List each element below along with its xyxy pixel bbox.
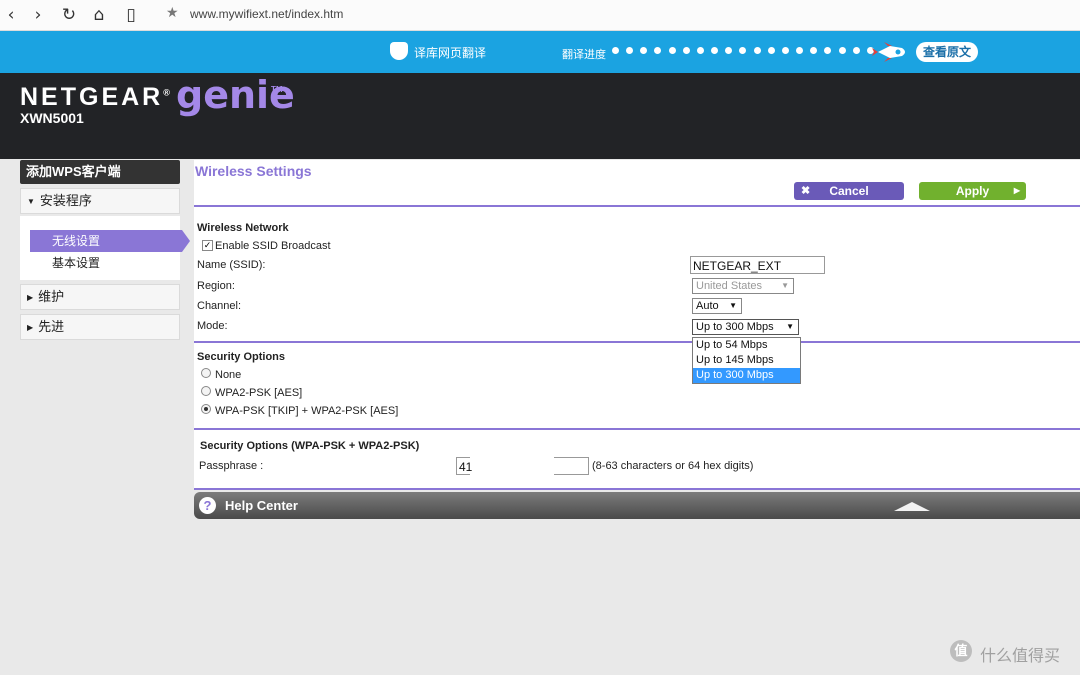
- help-icon: ?: [199, 497, 216, 514]
- reader-icon[interactable]: ▯: [120, 4, 142, 26]
- translator-logo-icon: [390, 42, 408, 60]
- help-center-bar[interactable]: ? Help Center: [194, 492, 1080, 519]
- help-center-label: Help Center: [225, 498, 298, 513]
- device-model: XWN5001: [20, 110, 84, 126]
- translation-title: 译库网页翻译: [414, 46, 487, 60]
- triangle-right-icon: ▶: [27, 293, 34, 302]
- security-none-label: None: [215, 369, 242, 381]
- expand-arrow-icon[interactable]: [894, 502, 930, 511]
- main-panel: Wireless Settings ✖ Cancel Apply ▶ Wireles…: [194, 160, 1080, 490]
- forward-icon[interactable]: ›: [27, 4, 49, 26]
- sidebar: 添加WPS客户端 ▼ 安装程序 无线设置 基本设置 ▶ 维护 ▶ 先进: [20, 160, 190, 340]
- watermark-text: 什么值得买: [980, 648, 1061, 665]
- mode-label: Mode:: [197, 320, 228, 332]
- router-header: NETGEAR® genie TM XWN5001: [0, 73, 1080, 159]
- mode-option-selected[interactable]: Up to 300 Mbps: [693, 368, 800, 383]
- mode-dropdown-list: Up to 54 Mbps Up to 145 Mbps Up to 300 M…: [692, 337, 801, 384]
- home-icon[interactable]: ⌂: [88, 4, 110, 26]
- genie-logo: genie: [176, 73, 295, 117]
- dropdown-arrow-icon: ▼: [729, 301, 737, 310]
- watermark-logo-icon: 值: [950, 640, 972, 662]
- close-icon: ✖: [801, 185, 811, 197]
- brand-logo: NETGEAR®: [20, 83, 173, 111]
- url-field[interactable]: www.mywifiext.net/index.htm: [190, 7, 343, 21]
- sidebar-item-wireless-settings[interactable]: 无线设置: [30, 230, 190, 252]
- ssid-broadcast-label: Enable SSID Broadcast: [215, 240, 331, 252]
- page-title: Wireless Settings: [195, 163, 312, 179]
- triangle-right-icon: ▶: [27, 323, 34, 332]
- mode-option[interactable]: Up to 54 Mbps: [693, 338, 800, 353]
- channel-label: Channel:: [197, 300, 242, 312]
- sidebar-item-basic-settings[interactable]: 基本设置: [30, 252, 180, 274]
- view-original-button[interactable]: 查看原文: [916, 42, 978, 62]
- passphrase-hint: (8-63 characters or 64 hex digits): [592, 460, 754, 472]
- triangle-down-icon: ▼: [27, 197, 35, 206]
- sidebar-item-maintenance[interactable]: ▶ 维护: [20, 284, 180, 310]
- ssid-name-label: Name (SSID):: [197, 259, 266, 271]
- cancel-button[interactable]: ✖ Cancel: [794, 182, 904, 200]
- mode-select[interactable]: Up to 300 Mbps ▼: [692, 319, 799, 335]
- star-icon[interactable]: ★: [166, 5, 179, 21]
- dropdown-arrow-icon: ▼: [781, 281, 789, 290]
- passphrase-input-end[interactable]: [554, 457, 589, 475]
- add-wps-client-button[interactable]: 添加WPS客户端: [20, 160, 180, 184]
- back-icon[interactable]: ‹: [0, 4, 22, 26]
- security-none-radio[interactable]: [201, 368, 211, 378]
- ssid-name-input[interactable]: NETGEAR_EXT: [690, 256, 825, 274]
- divider: [194, 428, 1080, 430]
- channel-select[interactable]: Auto ▼: [692, 298, 742, 314]
- trademark-mark: TM: [271, 85, 283, 94]
- dropdown-arrow-icon: ▼: [786, 322, 794, 331]
- translation-progress-label: 翻译进度: [562, 49, 606, 61]
- security-options-heading: Security Options: [197, 351, 286, 363]
- mode-option[interactable]: Up to 145 Mbps: [693, 353, 800, 368]
- apply-button[interactable]: Apply ▶: [919, 182, 1026, 200]
- sidebar-item-advanced[interactable]: ▶ 先进: [20, 314, 180, 340]
- translation-progress-dots: [612, 45, 874, 55]
- refresh-icon[interactable]: ↻: [58, 4, 80, 26]
- passphrase-label: Passphrase :: [199, 460, 264, 472]
- passphrase-input[interactable]: 41: [456, 457, 472, 475]
- security-wpa2-radio[interactable]: [201, 386, 211, 396]
- ssid-broadcast-checkbox[interactable]: ✓: [202, 240, 213, 251]
- play-arrow-icon: ▶: [1013, 186, 1020, 195]
- translation-bar: 译库网页翻译 翻译进度 查看原文: [0, 31, 1080, 73]
- security-wpa-wpa2-radio[interactable]: [201, 404, 211, 414]
- divider: [194, 205, 1080, 207]
- region-select[interactable]: United States ▼: [692, 278, 794, 294]
- rocket-icon: [872, 42, 905, 62]
- security-wpa-wpa2-label: WPA-PSK [TKIP] + WPA2-PSK [AES]: [215, 405, 399, 417]
- divider: [194, 341, 1080, 343]
- divider: [194, 488, 1080, 490]
- browser-address-bar: ‹ › ↻ ⌂ ▯ ★ www.mywifiext.net/index.htm: [0, 0, 1080, 31]
- sidebar-item-setup[interactable]: ▼ 安装程序: [20, 188, 180, 214]
- setup-submenu: 无线设置 基本设置: [20, 216, 190, 280]
- region-label: Region:: [197, 280, 235, 292]
- wireless-network-heading: Wireless Network: [197, 222, 289, 234]
- security-wpa2-label: WPA2-PSK [AES]: [215, 387, 303, 399]
- psk-options-heading: Security Options (WPA-PSK + WPA2-PSK): [200, 440, 420, 452]
